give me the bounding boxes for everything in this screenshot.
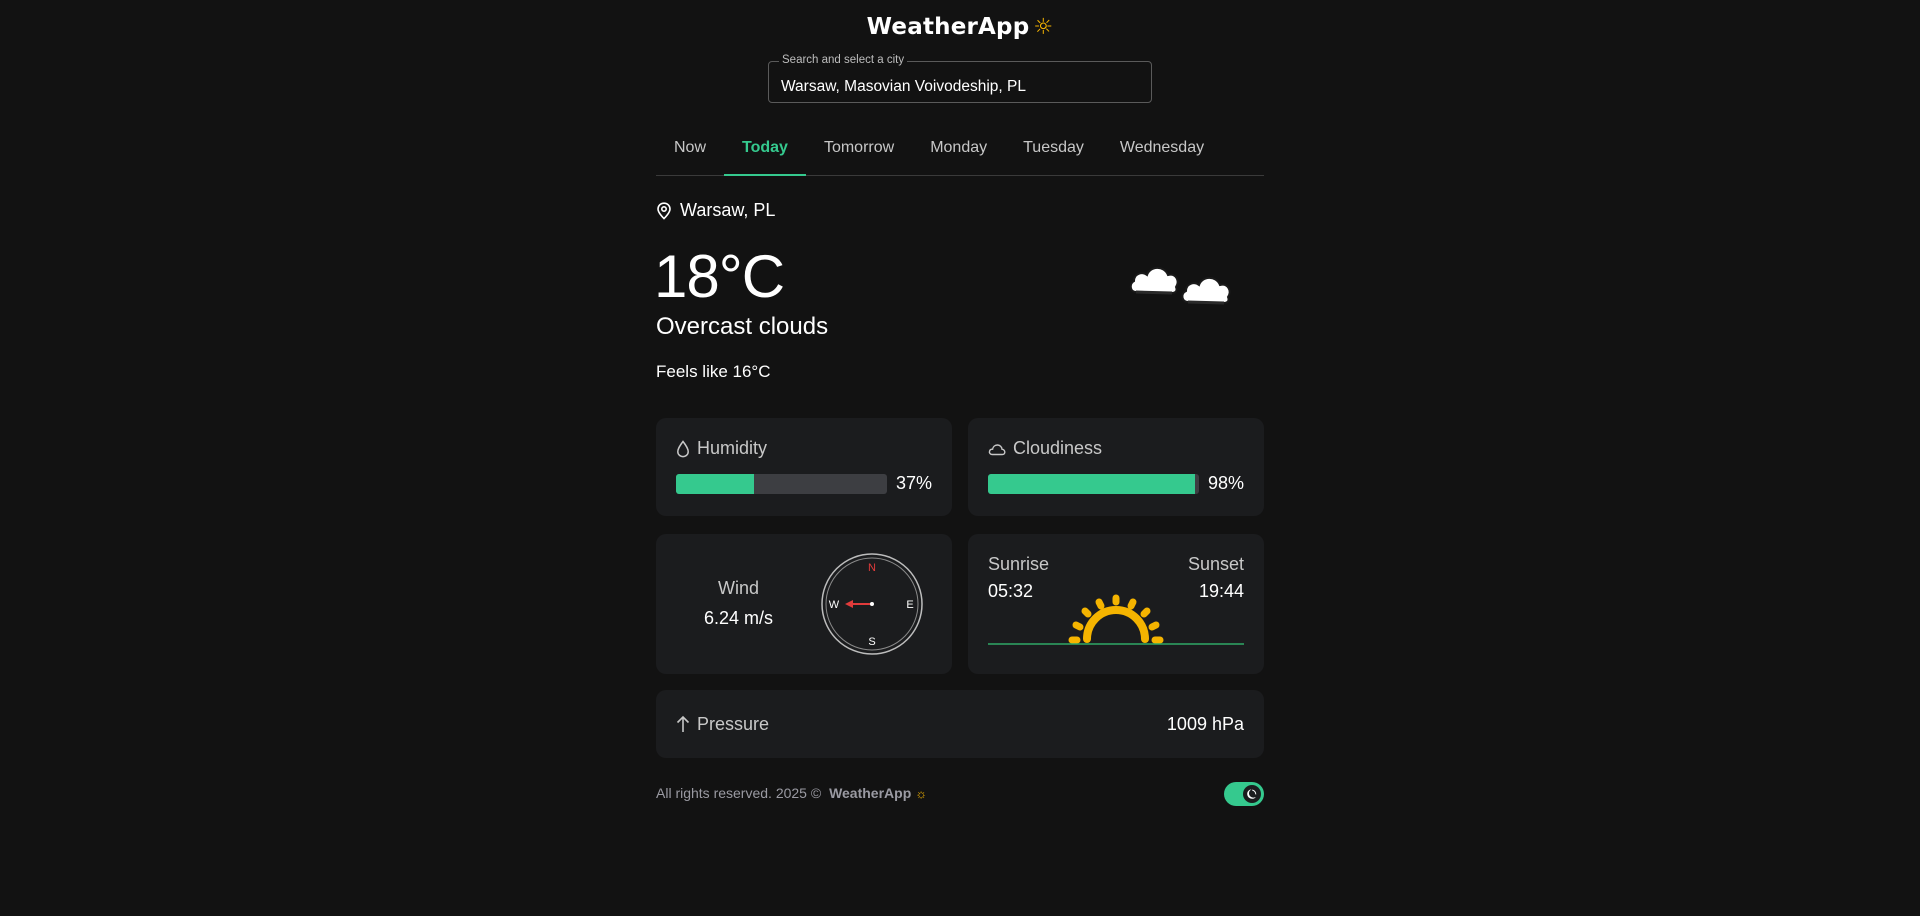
location-name: Warsaw, PL [680, 200, 776, 220]
compass-north: N [868, 562, 876, 574]
footer: All rights reserved. 2025 © WeatherApp ☼ [656, 785, 927, 801]
humidity-label: Humidity [697, 438, 768, 458]
humidity-value: 37% [895, 473, 932, 493]
footer-brand: WeatherApp [829, 785, 912, 801]
location-pin-icon [657, 201, 671, 220]
temperature: 18°C [654, 243, 785, 310]
cloud-icon [988, 443, 1006, 455]
dark-mode-toggle[interactable] [1224, 782, 1264, 806]
wind-label: Wind [717, 578, 759, 598]
tab-tomorrow[interactable]: Tomorrow [806, 124, 912, 176]
sunset-label: Sunset [1187, 554, 1244, 574]
sun-card: Sunrise Sunset 05:32 19:44 [968, 534, 1264, 674]
sunrise-sun-icon [988, 594, 1244, 645]
tab-today[interactable]: Today [724, 124, 806, 176]
compass-east: E [906, 599, 913, 611]
weather-description: Overcast clouds [656, 313, 829, 340]
humidity-card: Humidity 37% [656, 418, 952, 516]
app-logo[interactable]: WeatherApp ☼ [867, 14, 1054, 40]
humidity-bar [676, 473, 887, 494]
moon-icon [1247, 789, 1257, 799]
toggle-knob [1243, 785, 1261, 803]
wind-speed: 6.24 m/s [703, 608, 774, 628]
location: Warsaw, PL [656, 200, 775, 221]
wind-card: Wind 6.24 m/s N E S W [656, 534, 952, 674]
tab-wednesday[interactable]: Wednesday [1102, 124, 1222, 176]
sunrise-label: Sunrise [988, 554, 1050, 574]
city-search-field[interactable]: Search and select a city [768, 54, 1152, 103]
tab-now[interactable]: Now [656, 124, 724, 176]
cloudiness-bar-fill [988, 473, 1195, 494]
cloudiness-value: 98% [1207, 473, 1244, 493]
footer-text: All rights reserved. 2025 © [656, 785, 826, 801]
pressure-value: 1009 hPa [1166, 713, 1244, 734]
tab-monday[interactable]: Monday [912, 124, 1005, 176]
feels-like: Feels like 16°C [656, 362, 771, 381]
wind-compass: N E S W [821, 553, 923, 655]
arrow-up-icon [676, 715, 690, 732]
pressure-label: Pressure [697, 713, 770, 734]
footer-sun-icon: ☼ [915, 785, 928, 801]
compass-west: W [829, 599, 840, 611]
wind-direction-arrow [845, 600, 872, 608]
forecast-tabs: Now Today Tomorrow Monday Tuesday Wednes… [656, 124, 1264, 176]
cloudiness-bar [988, 473, 1199, 494]
pressure-card: Pressure 1009 hPa [656, 690, 1264, 758]
clouds-icon [1129, 266, 1231, 305]
app-title: WeatherApp [866, 14, 1030, 40]
sun-icon: ☼ [1033, 14, 1054, 40]
app-header: WeatherApp ☼ [0, 14, 1920, 40]
humidity-bar-fill [676, 473, 755, 494]
tab-tuesday[interactable]: Tuesday [1005, 124, 1102, 176]
cloudiness-label: Cloudiness [1013, 438, 1103, 458]
city-search-input[interactable] [769, 62, 1151, 102]
compass-south: S [868, 636, 875, 648]
droplet-icon [677, 439, 689, 457]
cloudiness-card: Cloudiness 98% [968, 418, 1264, 516]
